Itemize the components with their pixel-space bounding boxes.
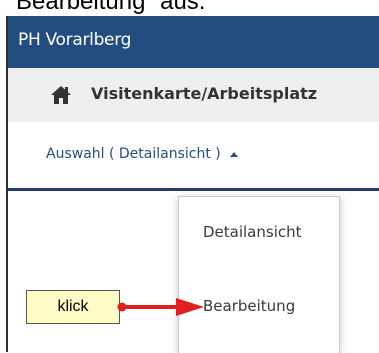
home-icon[interactable] (50, 85, 72, 105)
view-dropdown-menu: Detailansicht Bearbeitung (178, 196, 340, 353)
page-title: Visitenkarte/Arbeitsplatz (91, 84, 318, 103)
view-selector-tab[interactable]: Auswahl ( Detailansicht ) (46, 146, 239, 162)
menu-item-detailansicht[interactable]: Detailansicht (179, 213, 339, 253)
app-title[interactable]: PH Vorarlberg (18, 30, 131, 50)
cropped-instruction-text: Bearbeitung“ aus. (16, 0, 206, 15)
menu-item-label: Detailansicht (203, 223, 302, 241)
menu-item-label: Bearbeitung (203, 297, 296, 315)
click-annotation-label: klick (26, 290, 120, 324)
tab-row: Auswahl ( Detailansicht ) (8, 122, 379, 191)
breadcrumb-bar: Visitenkarte/Arbeitsplatz (8, 68, 379, 122)
annotation-arrow-icon (117, 298, 204, 316)
caret-up-icon (230, 152, 239, 157)
view-selector-label: Auswahl ( Detailansicht ) (46, 146, 221, 162)
app-header: PH Vorarlberg (8, 16, 379, 68)
